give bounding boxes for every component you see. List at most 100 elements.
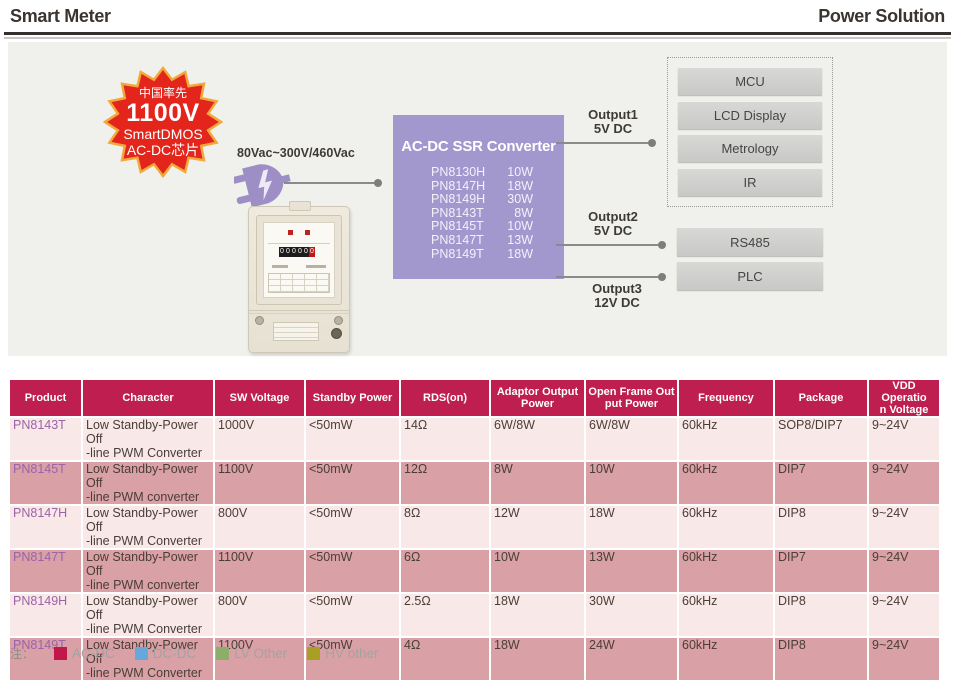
legend-label: LV Other [234,646,287,661]
model-name: PN8147H [431,180,485,194]
table-cell: 12W [491,506,584,548]
model-name: PN8149H [431,193,485,207]
table-cell: 24W [586,638,677,680]
table-row: PN8145TLow Standby-Power Off -line PWM c… [10,462,939,504]
meter-name-plate [273,322,319,341]
table-cell: <50mW [306,594,399,636]
table-cell: DIP8 [775,506,867,548]
peripheral-lcd-display-block: LCD Display [678,102,822,129]
table-cell: 800V [215,594,304,636]
column-header: Frequency [679,380,773,416]
output3-label: Output3 12V DC [578,282,656,310]
table-cell: <50mW [306,418,399,460]
meter-seal [331,328,342,339]
product-link[interactable]: PN8149H [10,594,81,636]
model-power: 8W [514,207,533,221]
legend-item-ac-dc: AC-DC [54,646,115,661]
table-cell: SOP8/DIP7 [775,418,867,460]
product-link[interactable]: PN8143T [10,418,81,460]
connector-dot [658,273,666,281]
meter-indicator-leds [264,230,334,235]
table-cell: 9~24V [869,506,939,548]
table-cell: 60kHz [679,594,773,636]
column-header: Character [83,380,213,416]
model-power: 18W [507,180,533,194]
table-cell: 18W [491,594,584,636]
converter-block: AC-DC SSR Converter PN8130H10WPN8147H18W… [393,115,564,279]
table-cell: Low Standby-Power Off -line PWM Converte… [83,594,213,636]
table-cell: 18W [491,638,584,680]
legend-item-dc-dc: DC-DC [135,646,197,661]
table-cell: 60kHz [679,638,773,680]
legend-swatch [135,647,148,660]
table-cell: 6W/8W [586,418,677,460]
legend-swatch [216,647,229,660]
table-cell: 60kHz [679,550,773,592]
badge-line-2: 1100V [126,100,199,126]
legend-note: 注： [10,645,34,662]
badge-line-3: SmartDMOS [123,126,202,142]
model-power: 18W [507,248,533,262]
table-cell: 800V [215,506,304,548]
page-title-right: Power Solution [818,6,945,27]
legend-swatch [307,647,320,660]
meter-divider [268,243,330,244]
output3-value: 12V DC [578,296,656,310]
table-cell: DIP8 [775,594,867,636]
product-link[interactable]: PN8147H [10,506,81,548]
model-name: PN8149T [431,248,484,262]
solution-diagram: 中国率先 1100V SmartDMOS AC-DC芯片 80Vac~300V/… [8,42,947,356]
output3-name: Output3 [578,282,656,296]
output1-value: 5V DC [574,122,652,136]
model-power: 30W [507,193,533,207]
model-name: PN8145T [431,220,484,234]
converter-model-row: PN8143T8W [431,207,533,221]
badge-line-4: AC-DC芯片 [127,142,199,158]
model-name: PN8147T [431,234,484,248]
table-cell: DIP7 [775,462,867,504]
table-cell: 13W [586,550,677,592]
table-cell: Low Standby-Power Off -line PWM converte… [83,550,213,592]
table-cell: 30W [586,594,677,636]
peripheral-mcu-block: MCU [678,68,822,95]
table-row: PN8149HLow Standby-Power Off -line PWM C… [10,594,939,636]
column-header: VDD Operatio n Voltage [869,380,939,416]
output2-value: 5V DC [574,224,652,238]
header-row: ProductCharacterSW VoltageStandby PowerR… [10,380,939,416]
table-cell: 9~24V [869,594,939,636]
model-power: 10W [507,220,533,234]
table-cell: 60kHz [679,506,773,548]
converter-model-row: PN8149H 30W [431,193,533,207]
table-head: ProductCharacterSW VoltageStandby PowerR… [10,380,939,416]
column-header: Standby Power [306,380,399,416]
table-cell: Low Standby-Power Off -line PWM converte… [83,462,213,504]
table-cell: 4Ω [401,638,489,680]
meter-hanger-tab [289,201,311,211]
column-header: SW Voltage [215,380,304,416]
table-cell: 2.5Ω [401,594,489,636]
table-cell: <50mW [306,462,399,504]
table-cell: 9~24V [869,638,939,680]
legend-item-lv-other: LV Other [216,646,287,661]
table-cell: 6W/8W [491,418,584,460]
table-row: PN8143TLow Standby-Power Off -line PWM C… [10,418,939,460]
output1-label: Output1 5V DC [574,108,652,136]
table-cell: 14Ω [401,418,489,460]
output3-connection-line [556,276,662,278]
smart-meter-power-solution-page: Smart Meter Power Solution 中国率先 1100V Sm… [0,0,955,666]
table-cell: Low Standby-Power Off -line PWM Converte… [83,418,213,460]
product-link[interactable]: PN8145T [10,462,81,504]
comm-rs485-block: RS485 [677,228,823,256]
product-link[interactable]: PN8147T [10,550,81,592]
model-power: 13W [507,234,533,248]
legend-label: AC-DC [72,646,115,661]
table-cell: 9~24V [869,550,939,592]
header-rule-light [4,37,951,39]
output1-name: Output1 [574,108,652,122]
column-header: Adaptor Output Power [491,380,584,416]
meter-screw [334,316,343,325]
converter-model-list: PN8130H10WPN8147H18WPN8149H30WPN8143T8WP… [431,166,533,261]
meter-body-split [249,310,349,311]
badge-line-1: 中国率先 [139,86,187,100]
converter-model-row: PN8149T 18W [431,248,533,262]
